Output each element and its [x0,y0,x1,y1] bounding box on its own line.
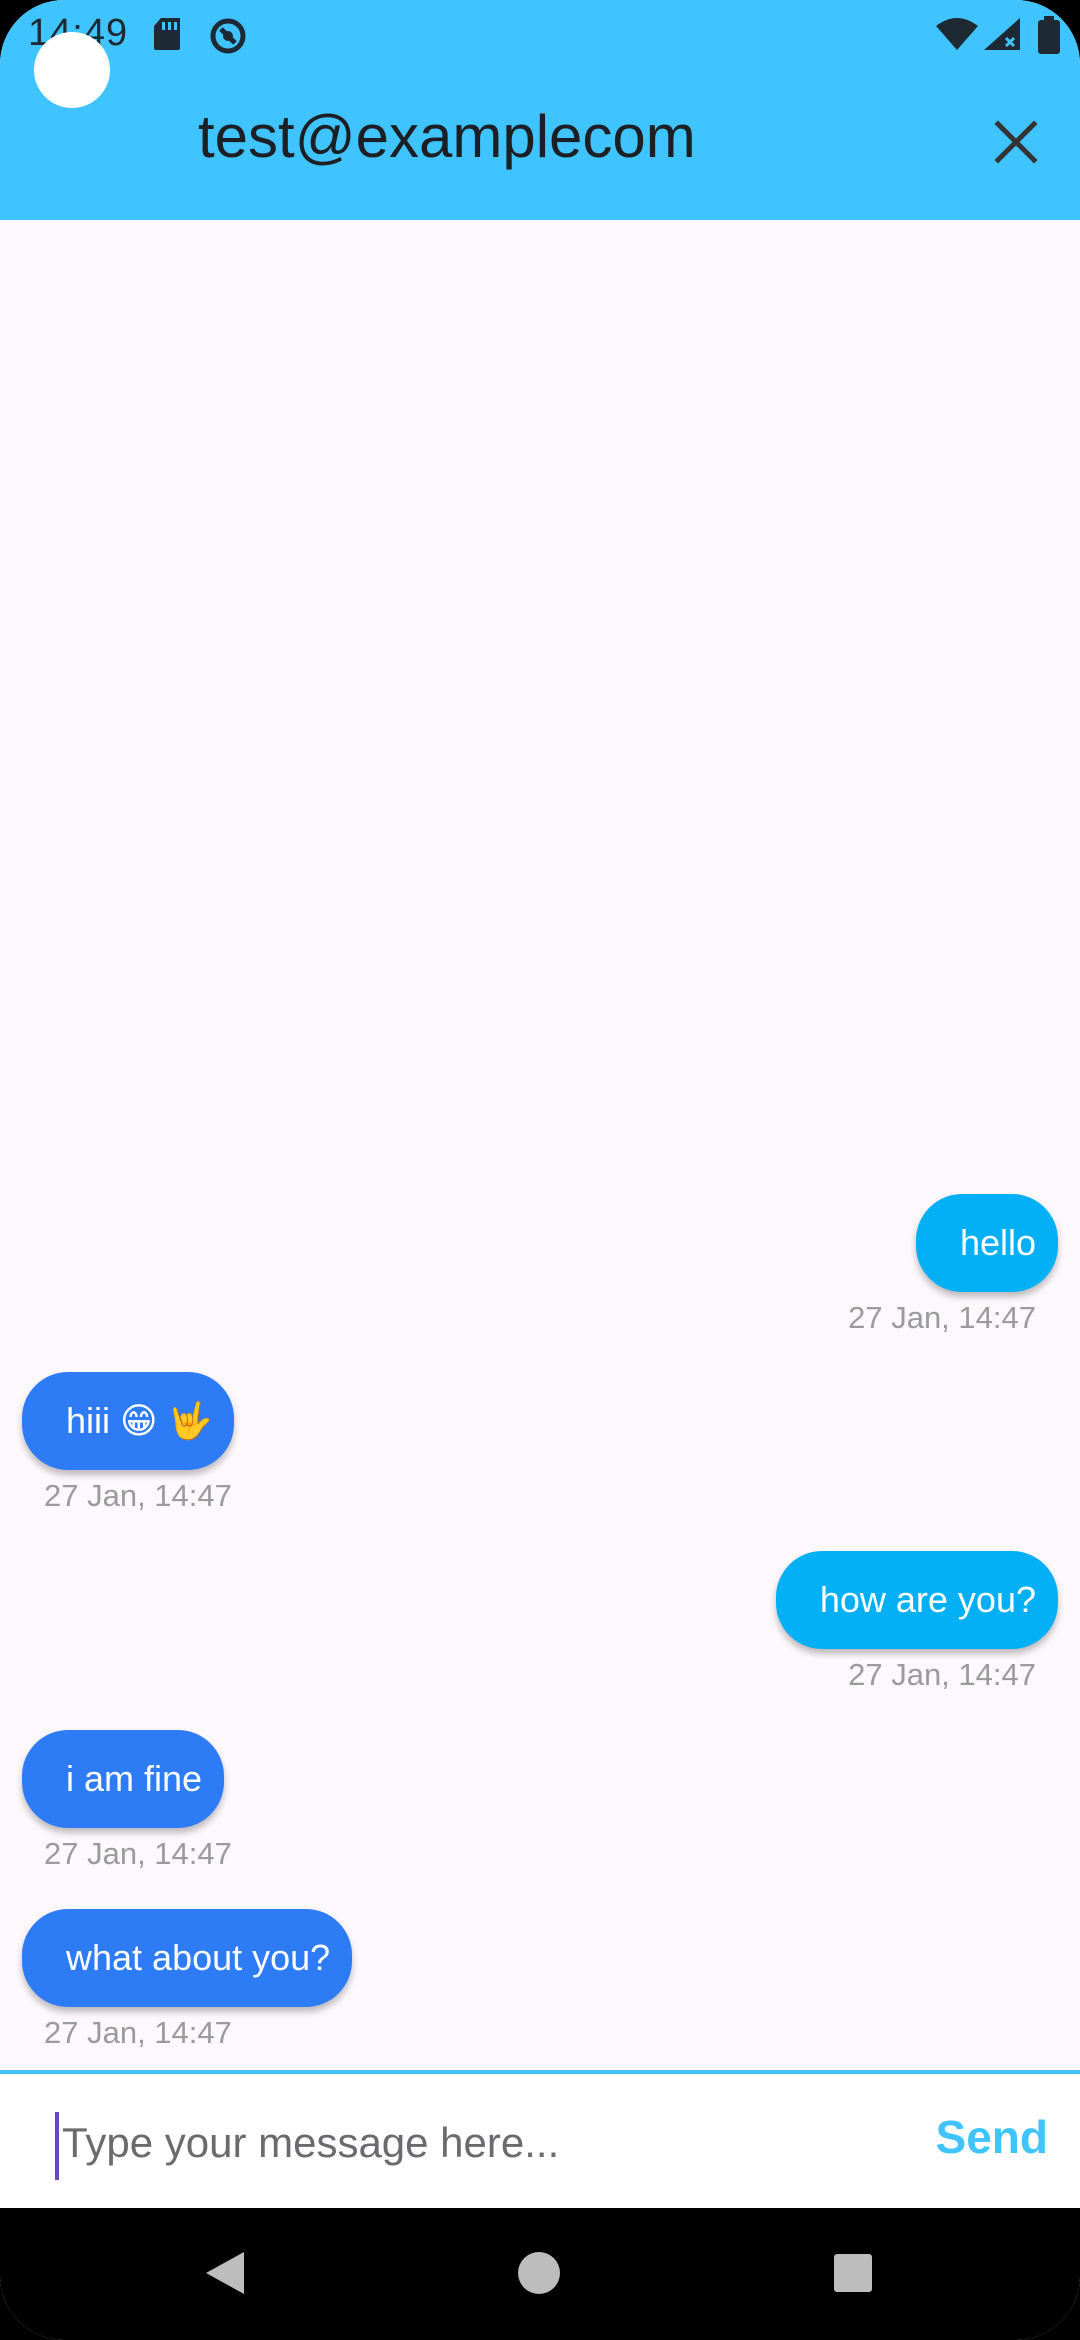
battery-icon [1038,16,1060,54]
message-timestamp: 27 Jan, 14:47 [848,1657,1036,1692]
message-text: i am fine [66,1758,203,1799]
message-timestamp: 27 Jan, 14:47 [44,1478,232,1513]
message-timestamp: 27 Jan, 14:47 [848,1300,1036,1335]
app-header: 14:49 te [0,0,1080,220]
message-text: hiii 😁 🤟 [66,1400,213,1441]
recents-icon[interactable] [828,2248,878,2298]
message-bubble-sent: hello [915,1194,1058,1292]
message-list[interactable]: hello 27 Jan, 14:47 hiii 😁 🤟 27 Jan, 14:… [0,220,1080,2070]
message-text: what about you? [66,1937,331,1978]
back-icon[interactable] [200,2248,250,2298]
chat-title: test@examplecom [198,103,696,170]
sd-card-icon [154,18,180,50]
message-text: how are you? [819,1579,1036,1620]
system-nav-bar [0,2208,1080,2340]
message-bubble-sent: how are you? [775,1551,1058,1649]
message-timestamp: 27 Jan, 14:47 [44,1836,232,1871]
status-bar: 14:49 [0,0,1080,70]
message-timestamp: 27 Jan, 14:47 [44,2015,232,2050]
message-bubble-received: what about you? [22,1909,353,2007]
message-text: hello [959,1222,1036,1263]
text-cursor [55,2112,59,2180]
send-button[interactable]: Send [936,2110,1048,2164]
home-icon[interactable] [514,2248,564,2298]
message-input[interactable] [60,2102,864,2184]
message-bubble-received: hiii 😁 🤟 [22,1372,235,1470]
message-bubble-received: i am fine [22,1730,225,1828]
composer-bar: Send [0,2070,1080,2208]
camera-cutout [34,32,110,108]
wifi-icon [936,18,978,50]
chat-screen: 14:49 te [0,0,1080,2340]
cell-signal-icon [984,18,1020,50]
sync-status-icon [210,18,246,54]
close-icon[interactable] [986,112,1046,172]
